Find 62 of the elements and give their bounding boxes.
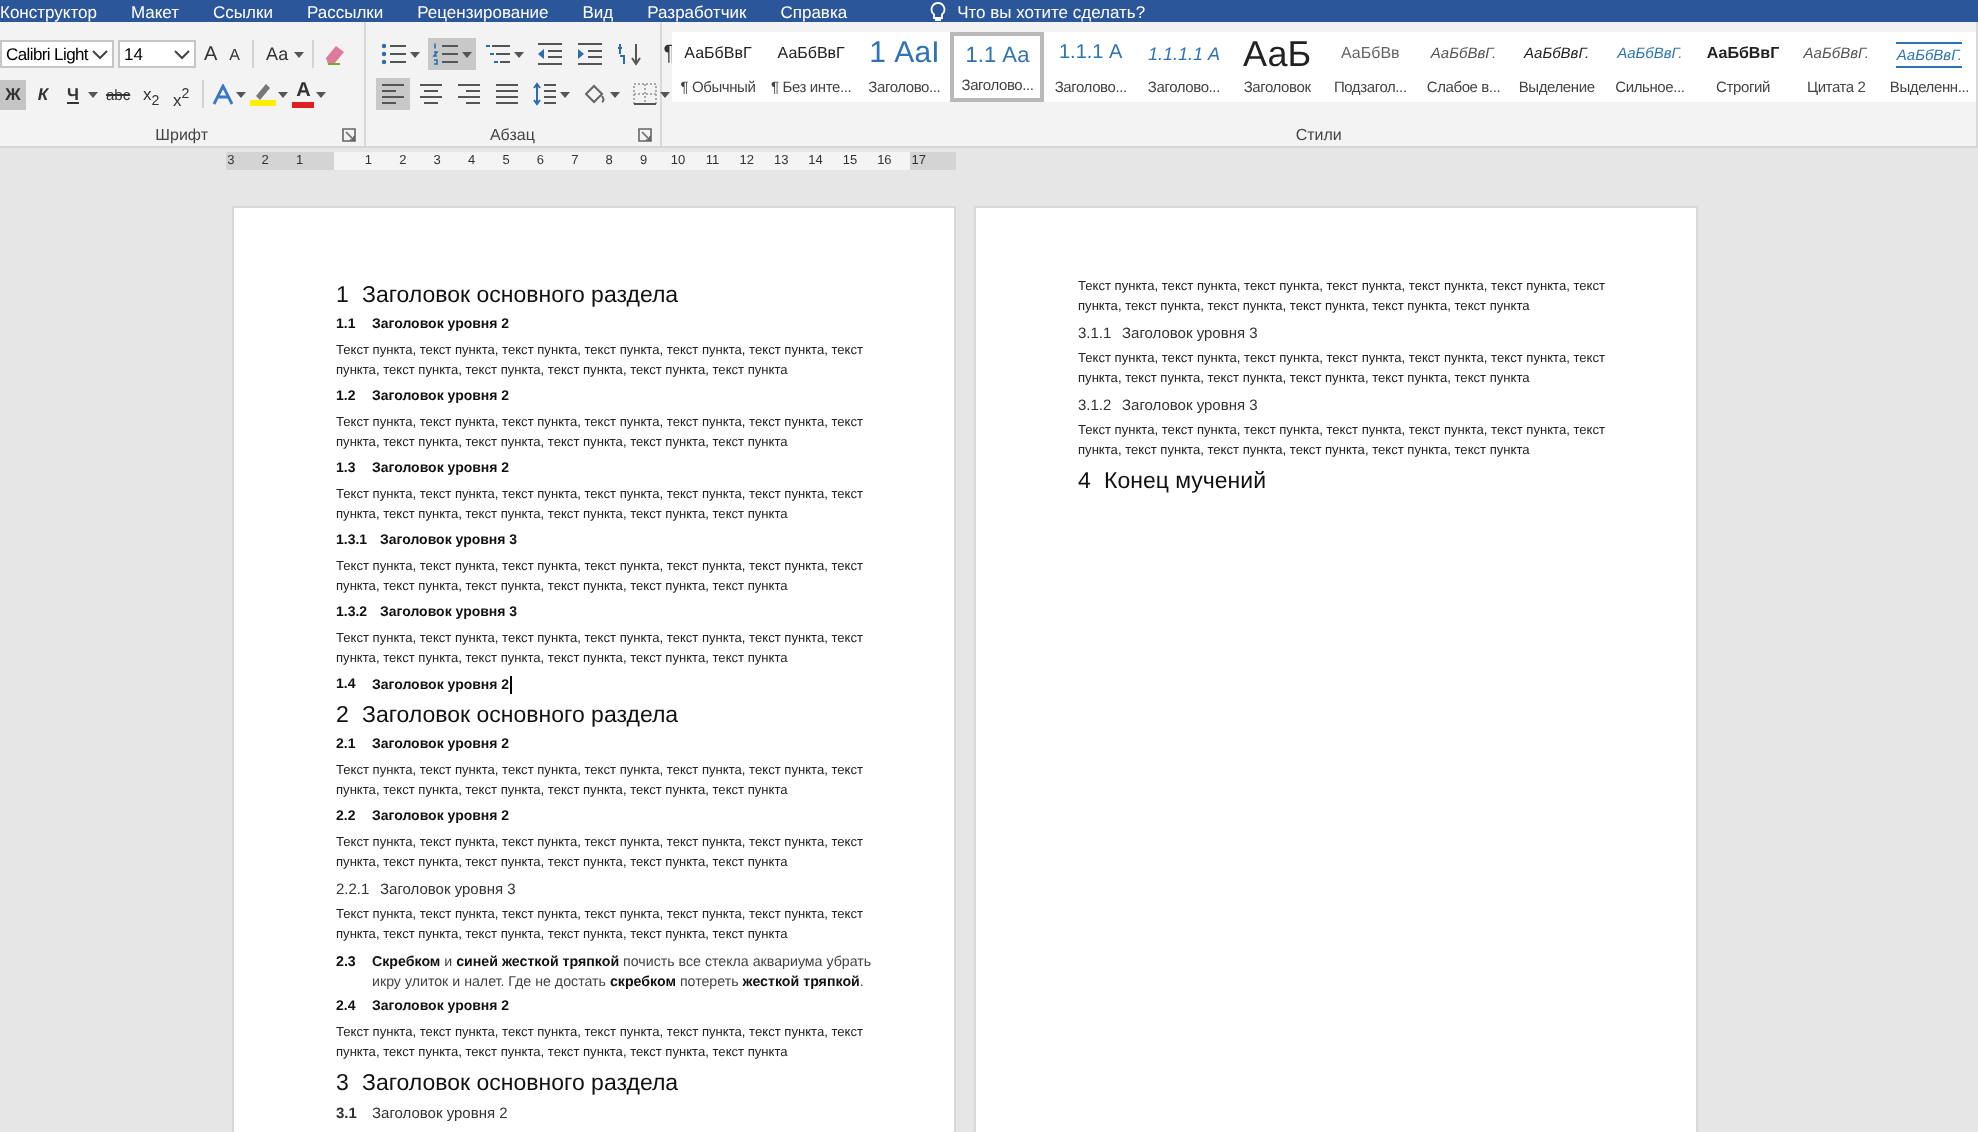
group-label: Стили	[1295, 126, 1342, 144]
italic-button[interactable]: К	[30, 79, 56, 109]
bold-button[interactable]: Ж	[0, 79, 26, 109]
outdent-icon	[535, 42, 564, 66]
caret-icon	[461, 51, 472, 57]
tell-me-search[interactable]: Что вы хотите сделать?	[957, 1, 1146, 21]
caret-icon	[236, 91, 247, 97]
caret-icon	[174, 49, 190, 59]
spacing-icon	[531, 82, 558, 106]
numbering-button[interactable]	[427, 38, 476, 70]
shading-icon	[581, 82, 608, 106]
caret-icon	[513, 51, 524, 57]
multilevel-icon	[483, 42, 512, 66]
sort-icon	[615, 42, 644, 66]
section-heading: 1 Заголовок основного раздела	[336, 282, 681, 310]
spacing-button[interactable]	[527, 78, 574, 110]
ribbon-tab[interactable]: Конструктор	[0, 1, 97, 21]
section-heading: 2 Заголовок основного раздела	[336, 702, 681, 731]
grow-font-button[interactable]: A	[200, 39, 222, 69]
caret-icon	[609, 91, 620, 97]
change-case-button[interactable]: Аа	[262, 39, 293, 69]
align-left-icon	[379, 82, 406, 106]
shrink-font-button[interactable]: A	[225, 39, 245, 69]
section-heading: 3 Заголовок основного раздела	[336, 1070, 681, 1099]
caret-icon	[294, 51, 305, 57]
ribbon-tab[interactable]: Разработчик	[647, 1, 747, 21]
dialog-launcher-icon[interactable]	[637, 128, 652, 142]
caret-icon	[409, 51, 420, 57]
align-justify-icon	[493, 82, 520, 106]
section-heading: 4 Конец мучений	[1078, 468, 1268, 496]
dialog-launcher-icon[interactable]	[341, 128, 356, 142]
borders-button[interactable]	[627, 78, 674, 110]
super-button[interactable]: x$^{2}$	[168, 79, 195, 109]
indent-icon	[575, 42, 604, 66]
text-effect-icon[interactable]	[212, 83, 235, 105]
group-label: Шрифт	[155, 126, 208, 144]
group-label: Абзац	[489, 126, 535, 144]
caret-icon	[559, 91, 570, 97]
highlighter-icon[interactable]	[250, 82, 277, 106]
caret-icon	[316, 91, 327, 97]
ribbon-tab[interactable]: Справка	[780, 1, 848, 21]
borders-icon	[631, 82, 658, 106]
align-center-icon	[417, 82, 444, 106]
caret-icon	[92, 49, 108, 59]
align-right-icon	[455, 82, 482, 106]
font-color-button[interactable]: A	[292, 80, 315, 108]
font-size-field[interactable]: 14	[118, 40, 196, 68]
ribbon-tab[interactable]: Ссылки	[213, 1, 273, 21]
caret-icon	[88, 91, 98, 97]
eraser-icon[interactable]	[322, 42, 347, 66]
left-button[interactable]	[375, 78, 410, 110]
ribbon-tab[interactable]: Макет	[130, 1, 180, 21]
caret-icon	[278, 91, 289, 97]
caret-icon	[659, 91, 670, 97]
bullets-icon	[379, 42, 408, 66]
underline-button[interactable]: Ч	[60, 79, 86, 109]
ribbon-tab[interactable]: Рецензирование	[417, 1, 549, 21]
sub-button[interactable]: x$_{2}$	[138, 79, 165, 109]
numbering-icon	[431, 42, 460, 66]
ribbon-tab[interactable]: Рассылки	[306, 1, 384, 21]
font-name-field[interactable]: Calibri Light	[0, 40, 114, 68]
ribbon-tab[interactable]: Вид	[582, 1, 614, 21]
